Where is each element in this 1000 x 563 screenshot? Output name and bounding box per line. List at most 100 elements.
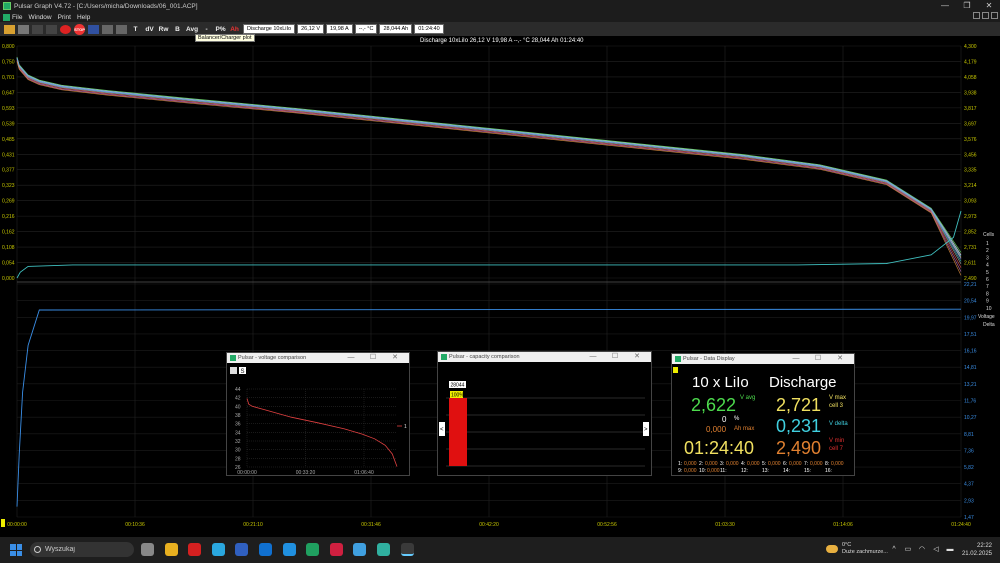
rw-button[interactable]: Rw — [158, 24, 169, 35]
s-button[interactable]: S — [241, 369, 245, 375]
store-icon[interactable] — [235, 543, 249, 556]
panel-close-icon[interactable]: ✕ — [626, 352, 648, 362]
doc-close-icon[interactable] — [991, 12, 998, 19]
menu-file[interactable]: File — [12, 14, 22, 21]
ah-button[interactable]: Ah — [229, 24, 240, 35]
outlook-icon[interactable] — [259, 543, 272, 556]
cursor-marker — [1, 519, 5, 527]
snip-icon[interactable] — [329, 543, 343, 556]
taskbar-search[interactable] — [30, 542, 134, 557]
battery-icon[interactable]: ▬ — [946, 546, 954, 554]
voltage-field: 26,12 V — [297, 24, 325, 34]
maximize-icon[interactable]: ❐ — [956, 0, 978, 12]
open-folder-icon[interactable] — [4, 24, 15, 34]
dash-button[interactable]: - — [201, 24, 212, 35]
x-tick-label: 00:10:36 — [125, 522, 145, 527]
voltage-chart[interactable]: S4442403836343230282600:00:00 00:33:20 01:… — [227, 363, 409, 476]
pulsar-icon[interactable] — [400, 543, 414, 556]
edge-icon[interactable] — [211, 543, 225, 556]
voltage-panel-titlebar: Pulsar - voltage comparison — ☐ ✕ — [227, 353, 409, 363]
channel-number: 7: — [804, 461, 809, 467]
temp-button[interactable]: T — [130, 24, 141, 35]
search-icon — [34, 546, 41, 553]
right-tick-label: 1,47 — [964, 515, 974, 521]
v-max-value: 2,721 — [776, 395, 822, 415]
photos-icon[interactable] — [282, 543, 296, 556]
legend-entry: 10 — [986, 306, 992, 312]
windows-start-icon[interactable] — [10, 544, 22, 556]
doc-restore-icon[interactable] — [982, 12, 989, 19]
right-tick-label: 2,93 — [964, 498, 974, 504]
copy-icon[interactable] — [46, 24, 57, 34]
right-tick-label: 11,76 — [964, 399, 976, 405]
panel-maximize-icon[interactable]: ☐ — [362, 353, 384, 363]
minimize-icon[interactable]: — — [934, 0, 956, 12]
tool-icon[interactable] — [32, 24, 43, 34]
mode-label: Discharge — [769, 374, 837, 391]
channel-value: 0,000 — [768, 461, 781, 467]
system-tray: ^ ▭ ◠ ◁ ▬ 22:22 21.02.2025 — [884, 540, 992, 560]
channel-value: 0,000 — [726, 461, 739, 467]
maps-icon[interactable] — [377, 543, 390, 556]
percent-label: % — [734, 416, 740, 422]
capacity-panel-title: Pulsar - capacity comparison — [449, 354, 520, 360]
search-input[interactable] — [45, 546, 125, 553]
table-icon[interactable] — [116, 24, 127, 34]
balancer-button[interactable]: B — [172, 24, 183, 35]
save-icon[interactable] — [18, 24, 29, 34]
opera-icon[interactable] — [188, 543, 202, 556]
stop-button[interactable]: STOP — [74, 23, 85, 35]
wifi-icon[interactable]: ◠ — [918, 546, 926, 554]
grid-icon[interactable] — [88, 24, 99, 34]
right-tick-label: 16,16 — [964, 349, 977, 355]
panel-minimize-icon[interactable]: — — [582, 352, 604, 362]
channel-number: 13: — [762, 468, 769, 474]
channel-number: 8: — [825, 461, 830, 467]
clock[interactable]: 22:22 21.02.2025 — [962, 542, 992, 558]
paint-icon[interactable] — [353, 543, 367, 556]
v-avg-value: 2,622 — [691, 395, 737, 415]
right-arrow-icon[interactable]: > — [644, 427, 648, 433]
channel-value: 0,000 — [810, 461, 823, 467]
menu-window[interactable]: Window — [28, 14, 51, 21]
chrome-icon[interactable] — [164, 543, 178, 556]
speaker-icon[interactable]: ◁ — [932, 546, 940, 554]
excel-icon[interactable] — [306, 543, 320, 556]
panel-close-icon[interactable]: ✕ — [384, 353, 406, 363]
menu-print[interactable]: Print — [58, 14, 71, 21]
doc-minimize-icon[interactable] — [973, 12, 980, 19]
left-arrow-icon[interactable]: < — [440, 427, 444, 433]
capacity-comparison-panel: Pulsar - capacity comparison — ☐ ✕ 28044… — [437, 351, 652, 483]
files-app-icon[interactable] — [141, 543, 154, 556]
capacity-chart[interactable]: 28044100%1<> — [438, 362, 651, 483]
right-tick-label: 10,27 — [964, 415, 977, 421]
panel-maximize-icon[interactable]: ☐ — [604, 352, 626, 362]
y-tick-label: 30 — [235, 448, 241, 454]
channel-number: 2: — [699, 461, 704, 467]
menu-help[interactable]: Help — [77, 14, 90, 21]
network-icon[interactable]: ▭ — [904, 546, 912, 554]
chevron-up-icon[interactable]: ^ — [890, 546, 898, 554]
panel-minimize-icon[interactable]: — — [785, 354, 807, 364]
right-tick-label: 5,82 — [964, 465, 974, 471]
left-tick-label: 0,701 — [2, 75, 15, 81]
weather-temp: 0°C — [842, 542, 852, 548]
right-tick-label: 2,611 — [964, 261, 976, 267]
clock-time: 22:22 — [976, 543, 992, 549]
avg-button[interactable]: Avg — [186, 24, 198, 35]
right-tick-label: 4,37 — [964, 482, 974, 488]
panel-maximize-icon[interactable]: ☐ — [807, 354, 829, 364]
dv-button[interactable]: dV — [144, 24, 155, 35]
panel-minimize-icon[interactable]: — — [340, 353, 362, 363]
voltage-comparison-panel: Pulsar - voltage comparison — ☐ ✕ S 44 42 4… — [226, 352, 410, 476]
percent-button[interactable]: P% — [215, 24, 226, 35]
right-tick-label: 2,973 — [964, 214, 977, 220]
capacity-field: 28,044 Ah — [379, 24, 413, 34]
panel-close-icon[interactable]: ✕ — [829, 354, 851, 364]
channel-value: 0,000 — [789, 461, 802, 467]
chart-icon[interactable] — [102, 24, 113, 34]
cloud-icon — [826, 545, 838, 553]
record-icon[interactable] — [60, 24, 71, 34]
close-icon[interactable]: ✕ — [978, 0, 1000, 12]
weather-widget[interactable]: 0°C Duże zachmurze... — [826, 542, 888, 556]
